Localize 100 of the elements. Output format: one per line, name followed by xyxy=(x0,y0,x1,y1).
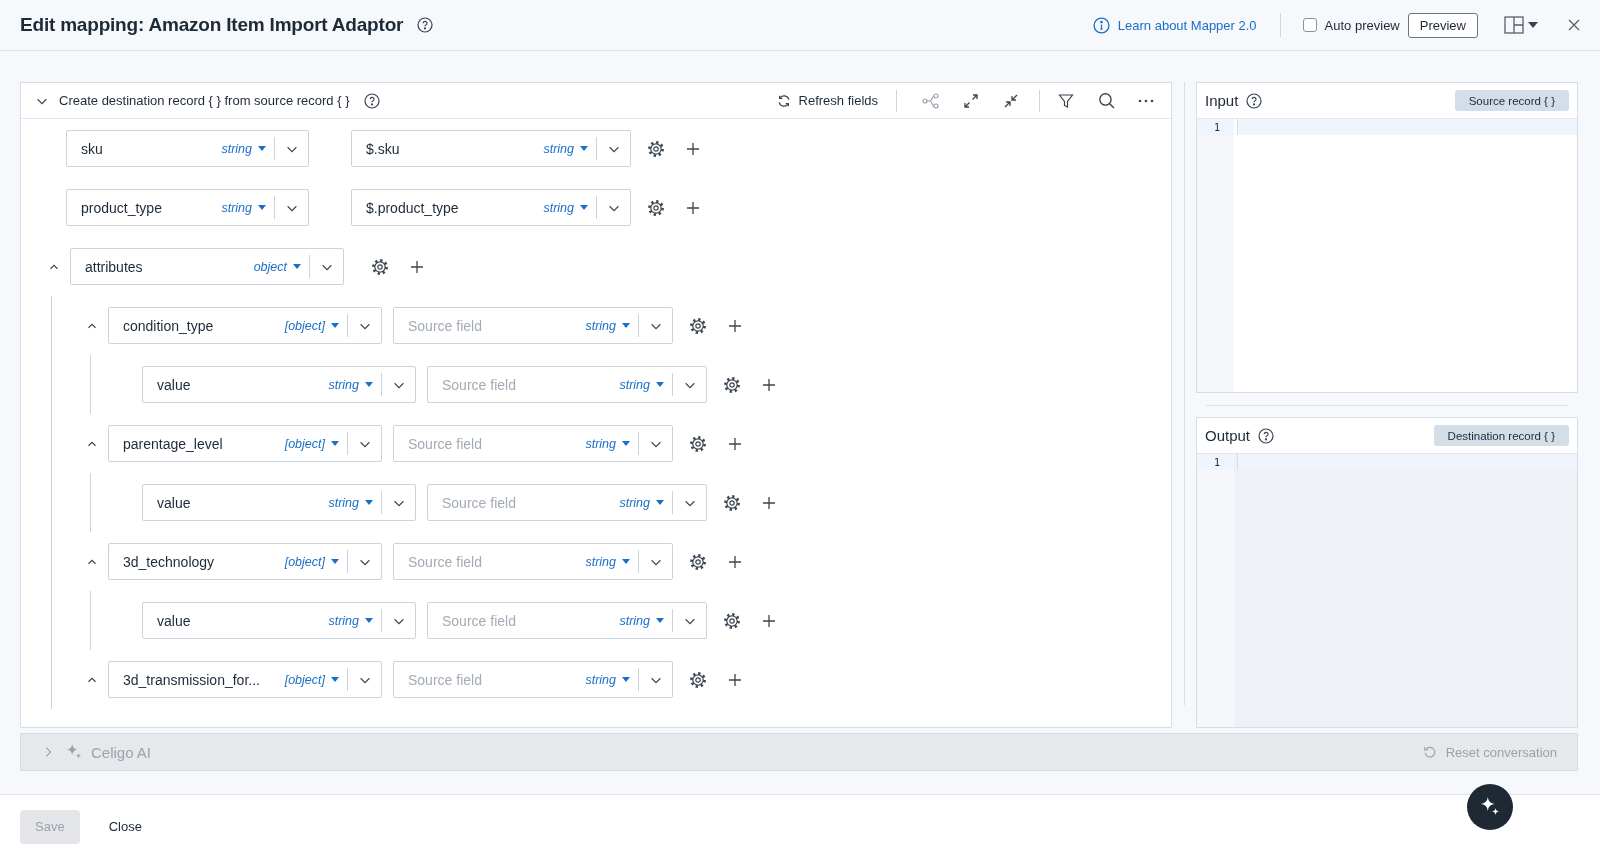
caret-icon[interactable] xyxy=(656,500,664,505)
add-icon[interactable] xyxy=(763,378,775,391)
caret-icon[interactable] xyxy=(293,264,301,269)
add-icon[interactable] xyxy=(729,673,741,686)
help-icon[interactable] xyxy=(1246,92,1263,109)
type-dropdown[interactable]: [object] xyxy=(280,318,347,333)
type-dropdown[interactable]: string xyxy=(324,377,381,392)
add-icon[interactable] xyxy=(763,614,775,627)
record-button[interactable]: Destination record { } xyxy=(1433,425,1569,446)
expand-icon[interactable] xyxy=(963,92,979,109)
layout-icon[interactable] xyxy=(1504,16,1524,34)
settings-icon[interactable] xyxy=(689,316,707,335)
caret-icon[interactable] xyxy=(622,677,630,682)
close-icon[interactable] xyxy=(1568,19,1580,31)
settings-icon[interactable] xyxy=(647,198,665,217)
settings-icon[interactable] xyxy=(723,375,741,394)
type-dropdown[interactable]: string xyxy=(539,200,596,215)
refresh-fields-button[interactable]: Refresh fields xyxy=(776,93,878,108)
panel-title: Output xyxy=(1205,427,1251,444)
source-field[interactable]: Source field string xyxy=(393,307,673,344)
type-dropdown[interactable]: string xyxy=(217,141,274,156)
auto-preview-checkbox[interactable] xyxy=(1302,18,1317,32)
destination-field[interactable]: 3d_transmission_for... [object] xyxy=(108,661,382,698)
type-dropdown[interactable]: string xyxy=(615,377,672,392)
preview-button[interactable]: Preview xyxy=(1407,12,1478,38)
destination-field[interactable]: value string xyxy=(142,366,416,403)
destination-field[interactable]: parentage_level [object] xyxy=(108,425,382,462)
destination-field[interactable]: sku string xyxy=(66,130,309,167)
type-dropdown[interactable]: [object] xyxy=(280,436,347,451)
caret-icon[interactable] xyxy=(656,382,664,387)
caret-icon[interactable] xyxy=(622,441,630,446)
close-button[interactable]: Close xyxy=(93,809,157,844)
help-icon[interactable] xyxy=(1258,427,1275,444)
add-icon[interactable] xyxy=(687,201,699,214)
type-dropdown[interactable]: string xyxy=(217,200,274,215)
add-icon[interactable] xyxy=(687,142,699,155)
collapse-icon[interactable] xyxy=(1003,92,1019,109)
help-icon[interactable] xyxy=(417,17,434,33)
settings-icon[interactable] xyxy=(689,434,707,453)
type-dropdown[interactable]: string xyxy=(615,613,672,628)
caret-icon[interactable] xyxy=(365,500,373,505)
source-field[interactable]: Source field string xyxy=(393,425,673,462)
caret-icon[interactable] xyxy=(1528,22,1538,28)
settings-icon[interactable] xyxy=(647,139,665,158)
caret-icon[interactable] xyxy=(580,205,588,210)
destination-field[interactable]: product_type string xyxy=(66,189,309,226)
type-dropdown[interactable]: string xyxy=(324,613,381,628)
source-field[interactable]: Source field string xyxy=(427,366,707,403)
destination-field[interactable]: value string xyxy=(142,602,416,639)
source-field[interactable]: Source field string xyxy=(427,602,707,639)
type-dropdown[interactable]: string xyxy=(581,554,638,569)
caret-icon[interactable] xyxy=(622,559,630,564)
type-dropdown[interactable]: string xyxy=(581,436,638,451)
destination-field[interactable]: value string xyxy=(142,484,416,521)
type-dropdown[interactable]: string xyxy=(615,495,672,510)
type-dropdown[interactable]: [object] xyxy=(280,672,347,687)
destination-field[interactable]: 3d_technology [object] xyxy=(108,543,382,580)
caret-icon[interactable] xyxy=(331,677,339,682)
caret-icon[interactable] xyxy=(580,146,588,151)
add-icon[interactable] xyxy=(729,319,741,332)
more-icon[interactable] xyxy=(1138,98,1154,103)
destination-field[interactable]: condition_type [object] xyxy=(108,307,382,344)
source-field[interactable]: Source field string xyxy=(393,543,673,580)
type-dropdown[interactable]: string xyxy=(324,495,381,510)
type-dropdown[interactable]: [object] xyxy=(280,554,347,569)
caret-icon[interactable] xyxy=(331,323,339,328)
source-field[interactable]: $.product_type string xyxy=(351,189,631,226)
caret-icon[interactable] xyxy=(258,146,266,151)
settings-icon[interactable] xyxy=(371,257,389,276)
type-dropdown[interactable]: object xyxy=(249,259,309,274)
source-field[interactable]: Source field string xyxy=(427,484,707,521)
caret-icon[interactable] xyxy=(365,382,373,387)
destination-field[interactable]: attributes object xyxy=(70,248,344,285)
add-icon[interactable] xyxy=(411,260,423,273)
add-icon[interactable] xyxy=(729,555,741,568)
record-button[interactable]: Source record { } xyxy=(1454,90,1569,111)
type-dropdown[interactable]: string xyxy=(581,318,638,333)
search-icon[interactable] xyxy=(1097,92,1115,109)
settings-icon[interactable] xyxy=(689,670,707,689)
source-field[interactable]: Source field string xyxy=(393,661,673,698)
add-icon[interactable] xyxy=(763,496,775,509)
caret-icon[interactable] xyxy=(365,618,373,623)
settings-icon[interactable] xyxy=(723,611,741,630)
type-dropdown[interactable]: string xyxy=(581,672,638,687)
caret-icon[interactable] xyxy=(258,205,266,210)
settings-icon[interactable] xyxy=(689,552,707,571)
source-field[interactable]: $.sku string xyxy=(351,130,631,167)
type-dropdown[interactable]: string xyxy=(539,141,596,156)
caret-icon[interactable] xyxy=(331,559,339,564)
filter-icon[interactable] xyxy=(1058,92,1074,109)
caret-icon[interactable] xyxy=(656,618,664,623)
caret-icon[interactable] xyxy=(331,441,339,446)
ai-assistant-button[interactable] xyxy=(1467,784,1513,830)
mapper-title: Create destination record { } from source record { } xyxy=(59,93,350,108)
add-icon[interactable] xyxy=(729,437,741,450)
reset-icon xyxy=(1422,745,1437,759)
help-icon[interactable] xyxy=(363,92,380,109)
settings-icon[interactable] xyxy=(723,493,741,512)
caret-icon[interactable] xyxy=(622,323,630,328)
learn-link[interactable]: Learn about Mapper 2.0 xyxy=(1117,17,1257,33)
